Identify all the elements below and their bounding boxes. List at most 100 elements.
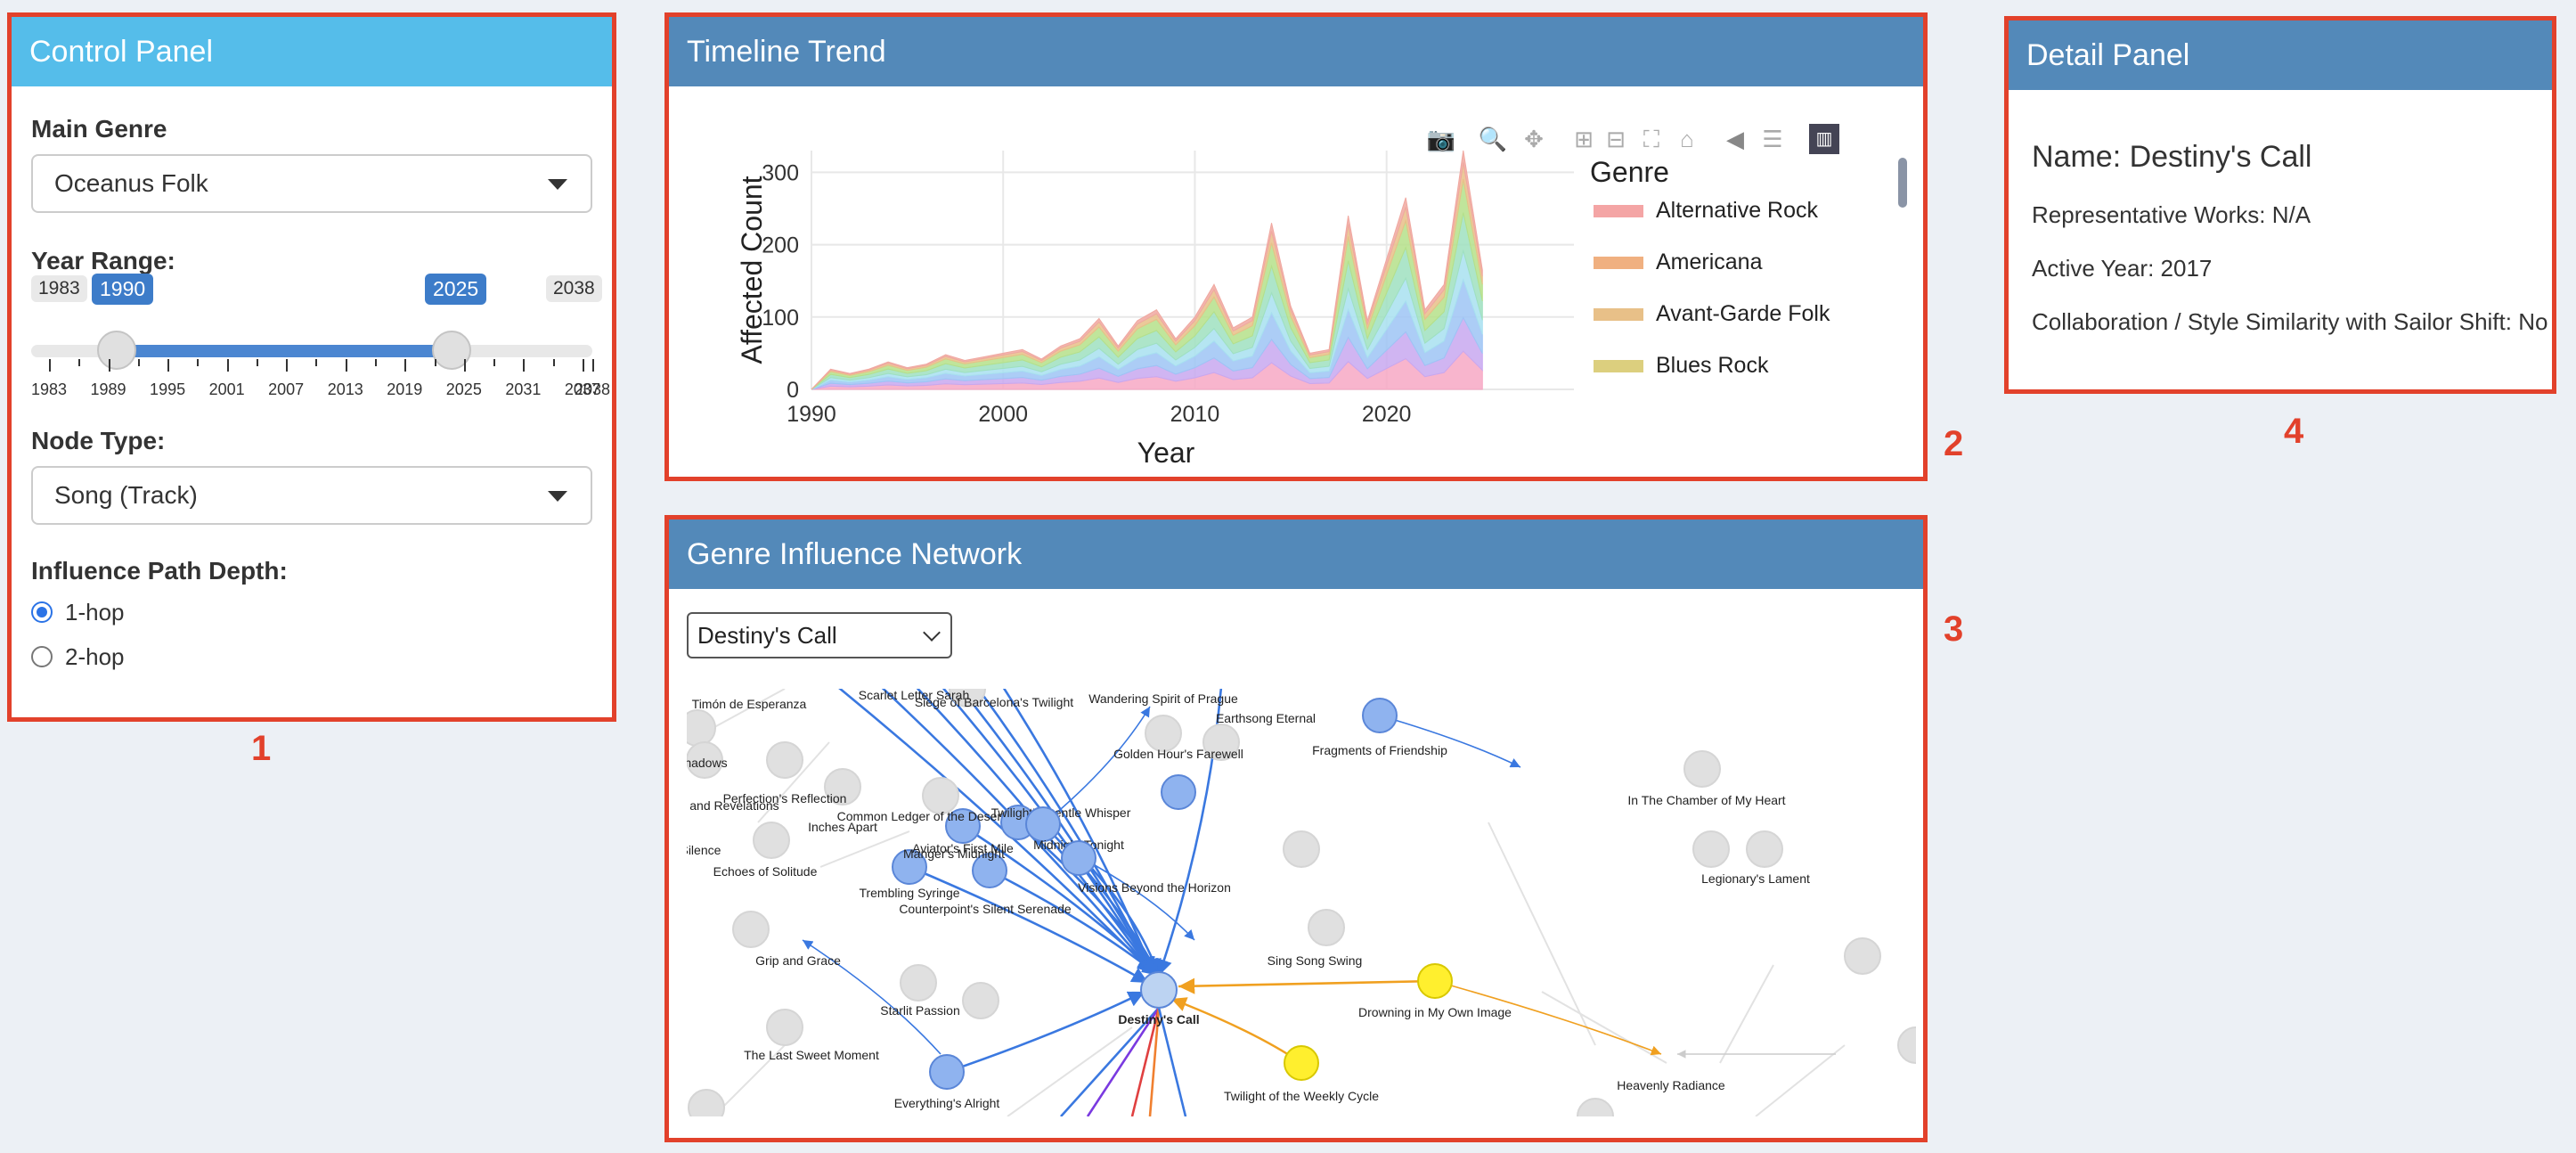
- depth-option-2hop[interactable]: 2-hop: [31, 642, 125, 671]
- node-select-value: Destiny's Call: [697, 622, 837, 649]
- node-label: s Silence: [687, 843, 721, 857]
- legend-item[interactable]: Blues Rock: [1594, 352, 1768, 379]
- slider-tick-label: 1983: [30, 380, 68, 398]
- influence-edge: [1178, 977, 1436, 994]
- background-edge: [1719, 964, 1774, 1064]
- detail-panel-marker: 4: [2284, 412, 2304, 451]
- legend-swatch: [1594, 308, 1643, 322]
- node-label: Manger's Midnight: [903, 846, 1005, 861]
- node-label: Siege of Barcelona's Twilight: [915, 695, 1073, 709]
- slider-tick-label: 2019: [387, 380, 423, 398]
- timeline-panel-marker: 2: [1944, 424, 1964, 463]
- influence-edge: [838, 689, 1154, 975]
- legend-swatch: [1594, 257, 1643, 270]
- slider-tick-label: 2038: [574, 380, 611, 398]
- network-node[interactable]: [1025, 806, 1061, 842]
- chevron-down-icon: [923, 624, 941, 642]
- influence-network-graph[interactable]: Timón de Esperanza's Shadowss and Revela…: [687, 689, 1916, 1116]
- slider-minor-tick: [197, 359, 200, 366]
- node-label: Counterpoint's Silent Serenade: [899, 902, 1072, 916]
- legend-item[interactable]: Americana: [1594, 249, 1763, 275]
- y-tick-label: 0: [787, 378, 799, 403]
- node-label: Starlit Passion: [880, 1003, 959, 1018]
- network-node[interactable]: [687, 709, 716, 747]
- legend-scrollbar[interactable]: [1898, 158, 1907, 208]
- network-node[interactable]: [766, 741, 803, 779]
- network-node[interactable]: [1577, 1098, 1614, 1116]
- network-node[interactable]: [732, 911, 770, 948]
- network-node[interactable]: [753, 822, 790, 859]
- year-from-handle[interactable]: [97, 331, 136, 370]
- network-node[interactable]: [1844, 937, 1881, 975]
- legend-item[interactable]: Avant-Garde Folk: [1594, 300, 1830, 327]
- slider-minor-tick: [434, 359, 436, 366]
- network-node[interactable]: [900, 964, 937, 1002]
- slider-minor-tick: [78, 359, 81, 366]
- node-label: Earthsong Eternal: [1216, 711, 1316, 725]
- caret-down-icon: [548, 179, 567, 190]
- year-to-label: 2025: [425, 274, 487, 305]
- detail-panel: Detail Panel Name: Destiny's Call Repres…: [2004, 16, 2556, 394]
- network-node[interactable]: [1145, 715, 1182, 752]
- network-node[interactable]: [1061, 840, 1096, 876]
- network-node[interactable]: [766, 1009, 803, 1046]
- detail-works: Representative Works: N/A: [2032, 201, 2311, 228]
- node-label: Everything's Alright: [894, 1096, 1000, 1110]
- year-range-label: Year Range:: [31, 247, 175, 274]
- slider-minor-tick: [315, 359, 318, 366]
- network-node[interactable]: [1417, 963, 1453, 999]
- slider-tick-label: 2001: [208, 380, 245, 398]
- detail-panel-header: Detail Panel: [2009, 20, 2552, 90]
- main-genre-label: Main Genre: [31, 115, 167, 143]
- x-tick-label: 2010: [1170, 402, 1220, 427]
- network-node[interactable]: [1683, 750, 1721, 788]
- legend-swatch: [1594, 205, 1643, 218]
- network-node[interactable]: [1161, 774, 1196, 810]
- node-label: Grip and Grace: [755, 953, 841, 968]
- network-node[interactable]: [1140, 971, 1178, 1009]
- network-node[interactable]: [1362, 698, 1398, 733]
- network-node[interactable]: [922, 777, 959, 814]
- node-type-select[interactable]: Song (Track): [31, 466, 592, 525]
- x-tick-label: 2000: [978, 402, 1028, 427]
- network-node[interactable]: [1308, 909, 1345, 946]
- network-node[interactable]: [929, 1054, 965, 1090]
- legend-label: Blues Rock: [1656, 353, 1769, 378]
- network-node[interactable]: [1284, 1045, 1319, 1081]
- legend-label: Avant-Garde Folk: [1656, 301, 1830, 326]
- background-edge: [1755, 1044, 1846, 1116]
- year-max-label: 2038: [546, 275, 602, 302]
- node-label: Fragments of Friendship: [1312, 743, 1447, 757]
- slider-minor-tick: [108, 359, 110, 366]
- detail-name: Name: Destiny's Call: [2032, 140, 2312, 174]
- network-panel-marker: 3: [1944, 609, 1964, 649]
- slider-tick: [592, 359, 594, 372]
- control-panel-marker: 1: [251, 729, 272, 768]
- radio-unchecked-icon: [31, 646, 53, 668]
- node-label: Heavenly Radiance: [1617, 1078, 1725, 1092]
- legend-item[interactable]: Alternative Rock: [1594, 197, 1818, 224]
- node-type-label: Node Type:: [31, 427, 166, 454]
- network-node[interactable]: [962, 982, 999, 1019]
- node-label: Legionary's Lament: [1701, 871, 1810, 886]
- network-node[interactable]: [1746, 830, 1783, 868]
- depth-label: Influence Path Depth:: [31, 557, 288, 585]
- network-node[interactable]: [1897, 1026, 1916, 1064]
- main-genre-select[interactable]: Oceanus Folk: [31, 154, 592, 213]
- slider-minor-tick: [493, 359, 496, 366]
- timeline-area-chart[interactable]: 1990 2000 2010 20200100200300YearAffected C…: [669, 17, 1923, 477]
- network-node[interactable]: [688, 1089, 725, 1116]
- radio-checked-icon: [31, 601, 53, 624]
- y-axis-label: Affected Count: [736, 176, 768, 364]
- network-panel-header: Genre Influence Network: [669, 519, 1923, 589]
- slider-minor-tick: [167, 359, 170, 366]
- depth-option-1hop[interactable]: 1-hop: [31, 598, 125, 626]
- slider-minor-tick: [137, 359, 140, 366]
- year-from-label: 1990: [92, 274, 154, 305]
- slider-minor-tick: [286, 359, 289, 366]
- node-label: Destiny's Call: [1118, 1012, 1199, 1026]
- network-node[interactable]: [1692, 830, 1730, 868]
- detail-year: Active Year: 2017: [2032, 255, 2213, 282]
- node-select[interactable]: Destiny's Call: [687, 612, 952, 658]
- network-node[interactable]: [1283, 830, 1320, 868]
